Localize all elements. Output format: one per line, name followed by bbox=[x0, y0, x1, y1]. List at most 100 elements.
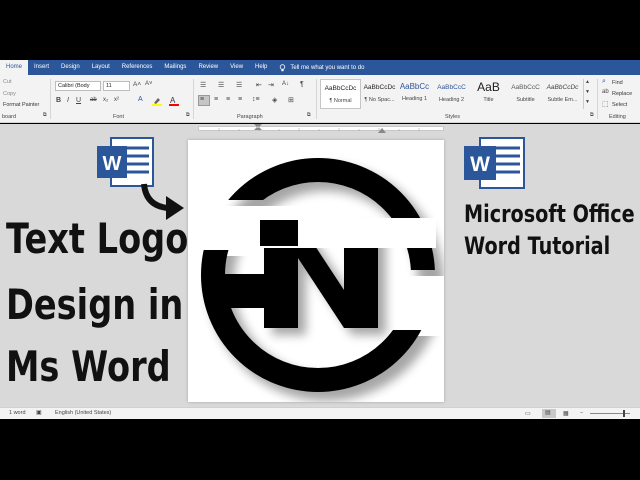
tab-help[interactable]: Help bbox=[249, 60, 273, 75]
highlight-icon[interactable] bbox=[152, 97, 162, 106]
sort-icon[interactable]: A↓ bbox=[282, 81, 289, 87]
editing-group-label: Editing bbox=[609, 114, 626, 120]
chevron-up-icon[interactable]: ▲ bbox=[585, 79, 590, 85]
italic-icon[interactable]: I bbox=[67, 97, 69, 104]
n-circle-logo[interactable] bbox=[188, 140, 444, 402]
line-spacing-icon[interactable]: ↕≡ bbox=[252, 96, 260, 103]
tell-me-text: Tell me what you want to do bbox=[290, 64, 365, 71]
select-icon[interactable]: ⬚ bbox=[602, 100, 609, 108]
font-group-label: Font bbox=[113, 114, 125, 120]
text-effects-icon[interactable]: A bbox=[138, 96, 143, 103]
ruler-ticks bbox=[218, 128, 420, 131]
chevron-down-icon[interactable]: ▼ bbox=[585, 89, 590, 95]
align-center-icon[interactable]: ≡ bbox=[214, 96, 218, 103]
decrease-indent-icon[interactable]: ⇤ bbox=[256, 81, 262, 89]
multilevel-list-icon[interactable]: ☰ bbox=[236, 81, 242, 89]
replace-icon[interactable]: ab bbox=[602, 89, 609, 95]
web-layout-icon[interactable]: ▦ bbox=[563, 410, 569, 417]
proofing-icon[interactable]: ▣ bbox=[36, 409, 42, 416]
copy-button[interactable]: Copy bbox=[3, 91, 16, 97]
align-left-icon: ≡ bbox=[200, 96, 205, 103]
style-name: Heading 1 bbox=[401, 96, 428, 102]
language-label[interactable]: English (United States) bbox=[55, 410, 111, 416]
zoom-slider-thumb[interactable] bbox=[623, 410, 625, 417]
lightbulb-icon bbox=[280, 63, 286, 71]
styles-launcher-icon[interactable]: ⧉ bbox=[590, 112, 594, 118]
styles-group-label: Styles bbox=[445, 114, 460, 120]
bold-icon[interactable]: B bbox=[56, 97, 61, 104]
justify-icon[interactable]: ≡ bbox=[238, 96, 242, 103]
font-color-icon[interactable]: A bbox=[169, 96, 179, 106]
word-icon-letter: W bbox=[103, 153, 122, 175]
zoom-out-icon[interactable]: − bbox=[580, 410, 583, 416]
select-button[interactable]: Select bbox=[612, 102, 627, 108]
group-divider bbox=[193, 79, 194, 119]
find-button[interactable]: Find bbox=[612, 80, 623, 86]
word-count[interactable]: 1 word bbox=[9, 410, 26, 416]
tab-home[interactable]: Home bbox=[0, 60, 29, 75]
paragraph-launcher-icon[interactable]: ⧉ bbox=[307, 112, 311, 118]
style-preview: AaBbCc bbox=[399, 82, 430, 91]
tab-layout[interactable]: Layout bbox=[86, 60, 116, 75]
style-heading-2[interactable]: AaBbCcC Heading 2 bbox=[431, 79, 472, 109]
cut-button[interactable]: Cut bbox=[3, 79, 12, 85]
status-bar: 1 word ▣ English (United States) ▭ ▤ ▦ − bbox=[0, 407, 640, 419]
superscript-icon[interactable]: x² bbox=[114, 97, 119, 103]
strikethrough-icon[interactable]: ab bbox=[90, 97, 97, 103]
tab-insert[interactable]: Insert bbox=[28, 60, 55, 75]
style-name: ¶ Normal bbox=[329, 98, 352, 104]
overlay-title-line-3: Ms Word bbox=[6, 342, 171, 391]
indent-marker-icon[interactable] bbox=[254, 124, 262, 134]
style-preview: AaBbCcDc bbox=[546, 84, 579, 91]
tab-view[interactable]: View bbox=[224, 60, 249, 75]
borders-icon[interactable]: ⊞ bbox=[288, 96, 294, 104]
style-subtitle[interactable]: AaBbCcC Subtitle bbox=[505, 79, 546, 109]
horizontal-ruler[interactable] bbox=[198, 126, 444, 131]
ribbon-tab-bar: Home Insert Design Layout References Mai… bbox=[0, 60, 640, 75]
tab-mailings[interactable]: Mailings bbox=[158, 60, 192, 75]
tutorial-title-line-1: Microsoft Office bbox=[464, 200, 635, 228]
format-painter-button[interactable]: Format Painter bbox=[3, 102, 39, 108]
tab-review[interactable]: Review bbox=[192, 60, 224, 75]
clipboard-launcher-icon[interactable]: ⧉ bbox=[43, 112, 47, 118]
document-page[interactable] bbox=[188, 140, 444, 402]
style-name: Title bbox=[483, 97, 494, 103]
increase-indent-icon[interactable]: ⇥ bbox=[268, 81, 274, 89]
underline-icon[interactable]: U bbox=[76, 97, 81, 104]
font-size-box[interactable]: 11 bbox=[103, 81, 130, 91]
tell-me-box[interactable]: Tell me what you want to do bbox=[279, 63, 365, 72]
shading-icon[interactable]: ◈ bbox=[272, 96, 277, 104]
font-name-box[interactable]: Calibri (Body bbox=[55, 81, 101, 91]
style-normal[interactable]: AaBbCcDc ¶ Normal bbox=[320, 79, 361, 109]
subscript-icon[interactable]: x₂ bbox=[103, 97, 108, 103]
word-icon: W bbox=[464, 137, 525, 189]
style-name: Subtitle bbox=[516, 97, 535, 103]
find-icon[interactable]: ⌕ bbox=[602, 78, 606, 86]
style-preview: AaBbCcDc bbox=[324, 85, 357, 92]
show-formatting-icon[interactable]: ¶ bbox=[300, 81, 304, 88]
numbering-icon[interactable]: ☰ bbox=[218, 81, 224, 89]
align-right-icon[interactable]: ≡ bbox=[226, 96, 230, 103]
style-subtle-emphasis[interactable]: AaBbCcDc Subtle Em... bbox=[542, 79, 583, 109]
paragraph-group-label: Paragraph bbox=[237, 114, 263, 120]
tab-design[interactable]: Design bbox=[55, 60, 86, 75]
tutorial-title-line-2: Word Tutorial bbox=[464, 232, 611, 260]
more-styles-icon[interactable]: ▼ bbox=[585, 99, 590, 105]
right-indent-marker-icon[interactable] bbox=[378, 127, 386, 133]
overlay-title-line-1: Text Logo bbox=[6, 214, 189, 263]
read-mode-icon[interactable]: ▭ bbox=[525, 410, 531, 417]
group-divider bbox=[50, 79, 51, 119]
style-title[interactable]: AaB Title bbox=[468, 79, 509, 109]
font-launcher-icon[interactable]: ⧉ bbox=[186, 112, 190, 118]
bullets-icon[interactable]: ☰ bbox=[200, 81, 206, 89]
print-layout-button[interactable]: ▤ bbox=[542, 409, 556, 418]
grow-font-icon[interactable]: A˄ bbox=[133, 81, 141, 88]
shrink-font-icon[interactable]: A˅ bbox=[145, 81, 153, 87]
replace-button[interactable]: Replace bbox=[612, 91, 632, 97]
style-heading-1[interactable]: AaBbCc Heading 1 bbox=[394, 79, 435, 109]
styles-scroll[interactable]: ▲ ▼ ▼ bbox=[583, 79, 592, 109]
word-icon-letter: W bbox=[470, 153, 490, 176]
ribbon: Cut Copy Format Painter board ⧉ Calibri … bbox=[0, 75, 640, 123]
svg-text:A: A bbox=[170, 96, 176, 105]
tab-references[interactable]: References bbox=[116, 60, 159, 75]
